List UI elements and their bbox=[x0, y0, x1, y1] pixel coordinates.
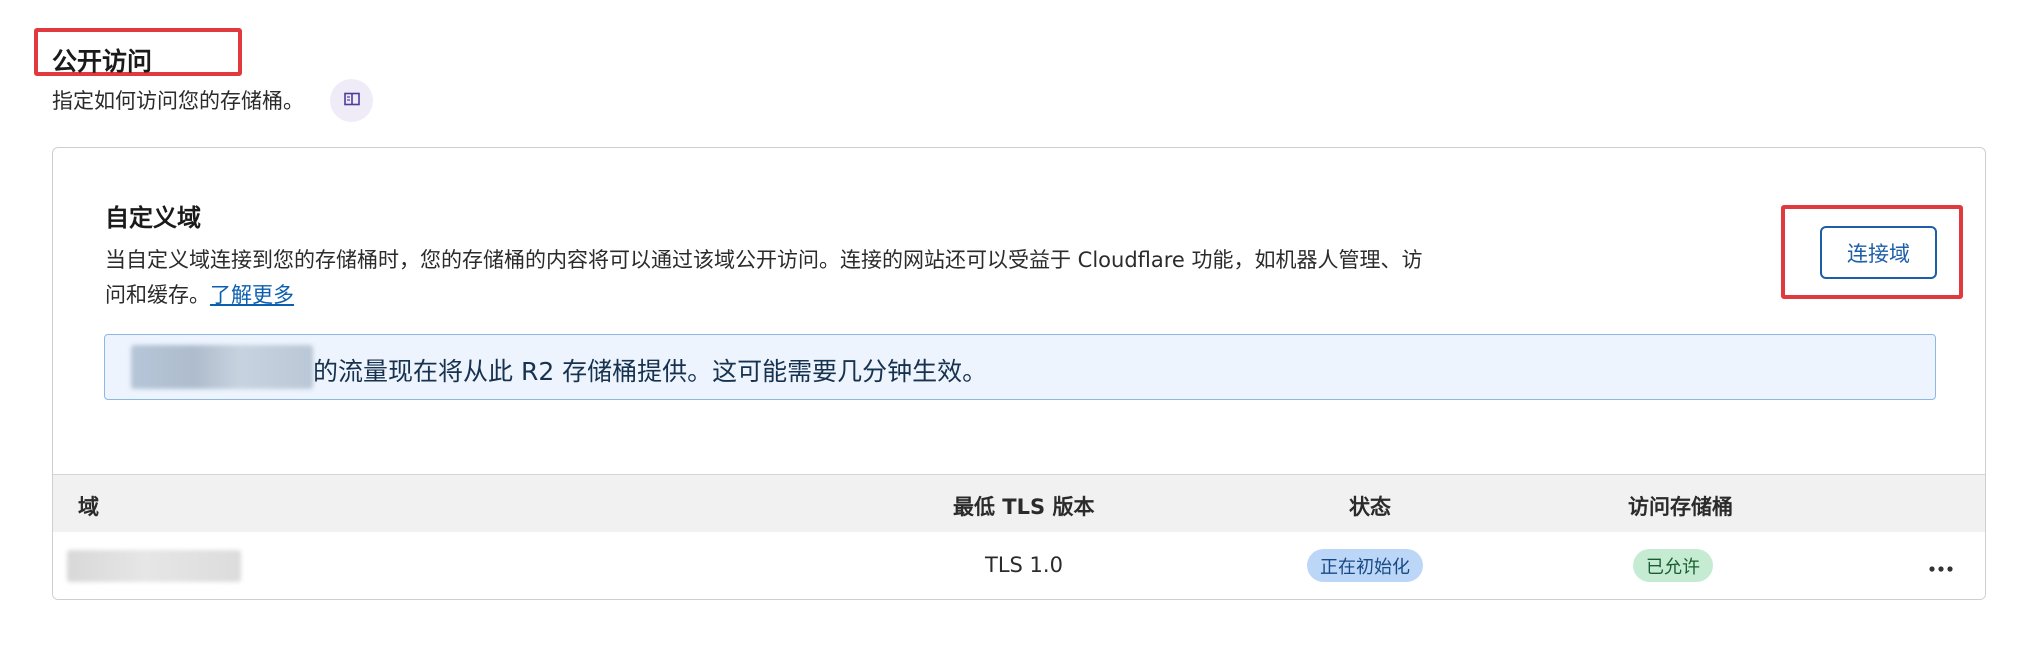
redacted-domain-cell bbox=[67, 550, 241, 582]
redacted-domain bbox=[131, 345, 313, 389]
learn-more-link[interactable]: 了解更多 bbox=[210, 283, 294, 307]
access-badge: 已允许 bbox=[1633, 549, 1713, 582]
column-min-tls[interactable]: 最低 TLS 版本 bbox=[953, 491, 1094, 521]
domains-table-header: 域 最低 TLS 版本 状态 访问存储桶 bbox=[53, 474, 1985, 532]
page-title: 公开访问 bbox=[52, 47, 153, 76]
column-status[interactable]: 状态 bbox=[1349, 491, 1391, 521]
row-actions-button[interactable] bbox=[1923, 554, 1959, 578]
more-horizontal-icon bbox=[1929, 557, 1953, 576]
book-icon bbox=[343, 91, 360, 110]
notice-text: 的流量现在将从此 R2 存储桶提供。这可能需要几分钟生效。 bbox=[313, 357, 988, 386]
column-access[interactable]: 访问存储桶 bbox=[1628, 491, 1733, 521]
column-domain[interactable]: 域 bbox=[78, 491, 99, 521]
traffic-notice: 的流量现在将从此 R2 存储桶提供。这可能需要几分钟生效。 bbox=[104, 334, 1936, 400]
connect-domain-button[interactable]: 连接域 bbox=[1820, 226, 1937, 279]
docs-button[interactable] bbox=[330, 79, 373, 122]
custom-domains-description: 当自定义域连接到您的存储桶时，您的存储桶的内容将可以通过该域公开访问。连接的网站… bbox=[105, 243, 1435, 313]
status-badge: 正在初始化 bbox=[1307, 549, 1423, 582]
table-row: TLS 1.0 正在初始化 已允许 bbox=[53, 532, 1985, 599]
custom-domains-title: 自定义域 bbox=[105, 204, 201, 232]
section-description: 指定如何访问您的存储桶。 bbox=[52, 89, 304, 113]
tls-version: TLS 1.0 bbox=[985, 553, 1063, 577]
custom-domains-card: 自定义域 当自定义域连接到您的存储桶时，您的存储桶的内容将可以通过该域公开访问。… bbox=[52, 147, 1986, 600]
custom-domains-description-text: 当自定义域连接到您的存储桶时，您的存储桶的内容将可以通过该域公开访问。连接的网站… bbox=[105, 248, 1423, 307]
